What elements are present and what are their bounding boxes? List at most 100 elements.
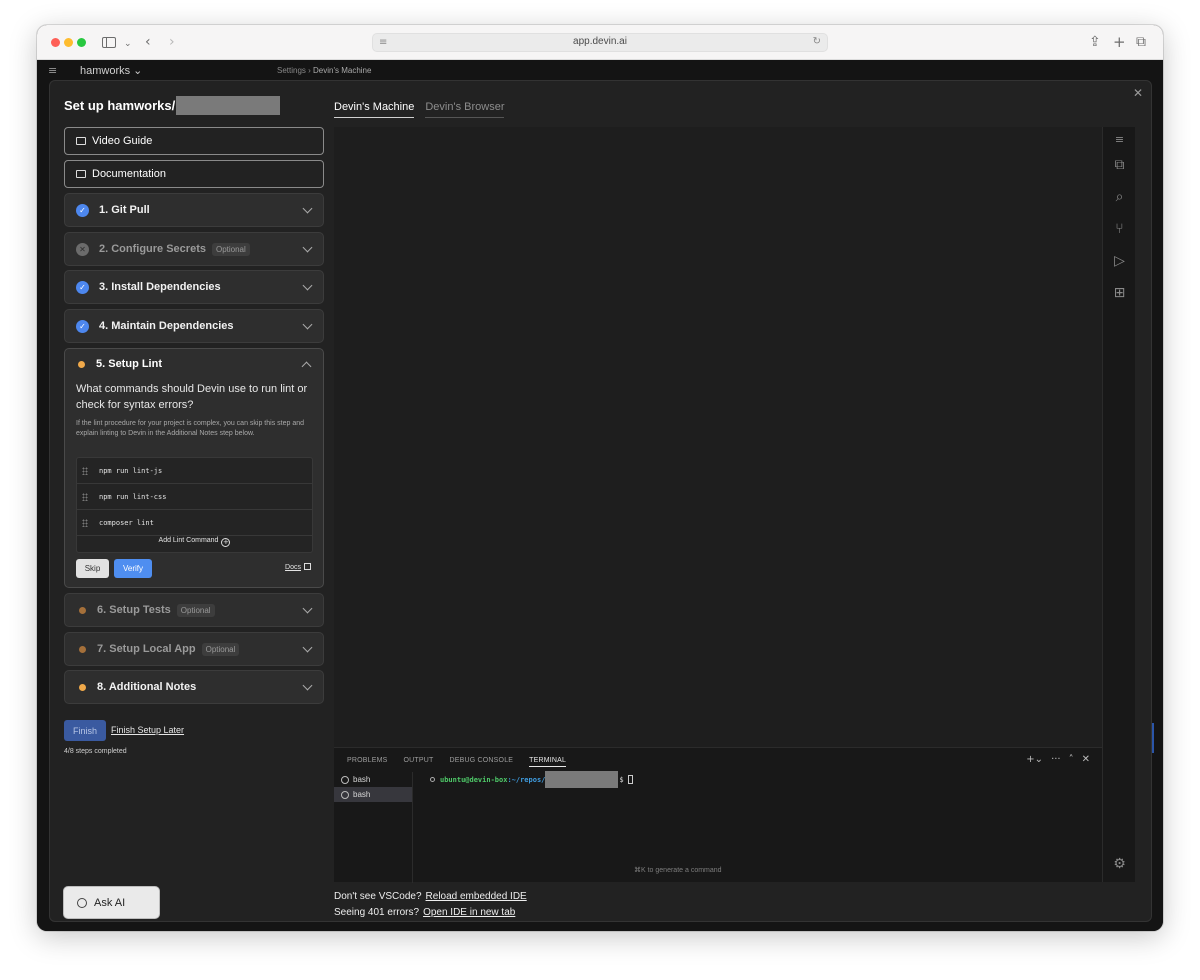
tab-debug-console[interactable]: DEBUG CONSOLE: [449, 757, 513, 767]
forward-icon[interactable]: ›: [169, 33, 175, 51]
tab-devins-machine[interactable]: Devin's Machine: [334, 101, 415, 118]
finish-button[interactable]: Finish: [64, 720, 106, 741]
lint-command-row[interactable]: composer lint: [77, 510, 312, 536]
prompt-symbol: $: [619, 775, 624, 784]
terminal-prompt[interactable]: ubuntu@devin-box :~/repos/ $: [430, 771, 633, 788]
step-maintain-dependencies[interactable]: ✓ 4. Maintain Dependencies: [64, 309, 324, 343]
plus-circle-icon: +: [221, 538, 231, 547]
chevron-down-icon: [302, 680, 313, 691]
book-icon: [76, 170, 86, 178]
docs-label: Docs: [285, 564, 301, 571]
url-text: app.devin.ai: [573, 36, 627, 47]
step-install-dependencies[interactable]: ✓ 3. Install Dependencies: [64, 270, 324, 304]
step-header[interactable]: 5. Setup Lint: [76, 358, 162, 370]
terminal-name: bash: [353, 775, 371, 784]
menu-icon[interactable]: ≡: [1111, 131, 1128, 148]
status-dot: [79, 606, 86, 614]
tab-output[interactable]: OUTPUT: [404, 757, 434, 767]
run-debug-icon[interactable]: ▷: [1111, 253, 1128, 270]
reload-ide-link[interactable]: Reload embedded IDE: [426, 891, 527, 902]
video-guide-button[interactable]: Video Guide: [64, 127, 324, 155]
step-label: 5. Setup Lint: [96, 358, 162, 370]
editor-area[interactable]: [334, 127, 1102, 747]
close-panel-icon[interactable]: ✕: [1082, 754, 1090, 765]
breadcrumb: Settings › Devin's Machine: [277, 66, 372, 75]
search-icon[interactable]: ⌕: [1111, 189, 1128, 206]
step-setup-tests[interactable]: 6. Setup Tests Optional: [64, 593, 324, 627]
lint-question: What commands should Devin use to run li…: [76, 383, 308, 411]
check-icon: ✓: [76, 203, 89, 217]
breadcrumb-settings[interactable]: Settings: [277, 66, 306, 75]
terminal-item[interactable]: bash: [334, 772, 412, 787]
drag-handle-icon[interactable]: [82, 466, 88, 475]
zoom-window-button[interactable]: [77, 38, 86, 47]
explorer-icon[interactable]: ⧉: [1111, 157, 1128, 174]
close-window-button[interactable]: [51, 38, 60, 47]
gear-icon[interactable]: ⚙: [1111, 856, 1128, 873]
share-icon[interactable]: ⇪: [1089, 33, 1101, 51]
menu-icon[interactable]: ≡: [48, 64, 57, 77]
back-icon[interactable]: ‹: [145, 33, 151, 51]
app-header: ≡ hamworks ⌄ Settings › Devin's Machine: [37, 60, 1163, 82]
chevron-down-icon: [302, 203, 313, 214]
activity-bar: ≡ ⧉ ⌕ ⑂ ▷ ⊞ ⚙: [1102, 127, 1135, 882]
embedded-ide: ≡ ⧉ ⌕ ⑂ ▷ ⊞ ⚙ PROBLEMS OUTPUT DEBUG CONS…: [334, 127, 1135, 883]
redacted-repo-name: [176, 96, 281, 115]
tab-overview-icon[interactable]: ⧉: [1136, 33, 1146, 51]
step-label: 2. Configure Secrets: [99, 243, 206, 255]
ask-ai-button[interactable]: Ask AI: [63, 886, 160, 919]
new-tab-icon[interactable]: +: [1113, 33, 1126, 51]
extensions-icon[interactable]: ⊞: [1111, 285, 1128, 302]
maximize-panel-icon[interactable]: ˄: [1069, 754, 1074, 765]
reload-icon[interactable]: ↻: [813, 36, 821, 47]
chevron-down-icon: [302, 603, 313, 614]
browser-window: ⌄ ‹ › ≡ app.devin.ai ↻ ⇪ + ⧉ ≡ hamworks …: [37, 25, 1163, 931]
step-setup-local-app[interactable]: 7. Setup Local App Optional: [64, 632, 324, 666]
lint-command-row[interactable]: npm run lint-js: [77, 458, 312, 484]
workspace-switcher[interactable]: hamworks ⌄: [80, 64, 142, 77]
step-label: 6. Setup Tests: [97, 604, 171, 616]
chevron-up-icon[interactable]: [301, 361, 312, 372]
redacted-repo-name: [545, 771, 619, 788]
docs-link[interactable]: Docs: [285, 563, 311, 571]
minimize-window-button[interactable]: [64, 38, 73, 47]
verify-button[interactable]: Verify: [114, 559, 152, 578]
add-lint-label: Add Lint Command: [158, 537, 219, 544]
documentation-button[interactable]: Documentation: [64, 160, 324, 188]
lint-command[interactable]: composer lint: [99, 519, 154, 527]
ask-ai-label: Ask AI: [94, 896, 126, 909]
step-additional-notes[interactable]: 8. Additional Notes: [64, 670, 324, 704]
tab-devins-browser[interactable]: Devin's Browser: [425, 101, 505, 118]
chevron-down-icon[interactable]: ⌄: [124, 35, 132, 53]
sidebar-toggle-icon[interactable]: [102, 37, 116, 48]
panel-actions: +⌄ ··· ˄ ✕: [1018, 754, 1090, 765]
skip-button[interactable]: Skip: [76, 559, 109, 578]
address-bar[interactable]: ≡ app.devin.ai ↻: [372, 33, 828, 52]
open-ide-new-tab-link[interactable]: Open IDE in new tab: [423, 907, 515, 918]
step-configure-secrets[interactable]: ✕ 2. Configure Secrets Optional: [64, 232, 324, 266]
finish-setup-later-link[interactable]: Finish Setup Later: [111, 725, 184, 735]
add-lint-command-button[interactable]: Add Lint Command +: [77, 537, 312, 547]
lint-command[interactable]: npm run lint-css: [99, 493, 166, 501]
prompt-path: :~/repos/: [507, 775, 546, 784]
more-actions-icon[interactable]: ···: [1051, 754, 1061, 765]
lint-command-row[interactable]: npm run lint-css: [77, 484, 312, 510]
drag-handle-icon[interactable]: [82, 518, 88, 527]
generate-command-hint: ⌘K to generate a command: [634, 867, 722, 874]
close-icon[interactable]: ✕: [1133, 86, 1143, 100]
drag-handle-icon[interactable]: [82, 492, 88, 501]
tab-terminal[interactable]: TERMINAL: [529, 757, 567, 767]
lint-command-list: npm run lint-js npm run lint-css compose…: [76, 457, 313, 553]
step-git-pull[interactable]: ✓ 1. Git Pull: [64, 193, 324, 227]
safari-toolbar: ⌄ ‹ › ≡ app.devin.ai ↻ ⇪ + ⧉: [37, 25, 1163, 60]
tab-problems[interactable]: PROBLEMS: [347, 757, 388, 767]
new-terminal-icon[interactable]: +⌄: [1026, 754, 1043, 765]
step-label: 7. Setup Local App: [97, 643, 196, 655]
terminal-item[interactable]: bash: [334, 787, 412, 802]
status-dot: [79, 683, 86, 691]
lint-command[interactable]: npm run lint-js: [99, 467, 162, 475]
lint-help-text: If the lint procedure for your project i…: [76, 420, 305, 437]
source-control-icon[interactable]: ⑂: [1111, 221, 1128, 238]
chevron-down-icon: [302, 280, 313, 291]
terminal-list: bash bash: [334, 772, 413, 883]
